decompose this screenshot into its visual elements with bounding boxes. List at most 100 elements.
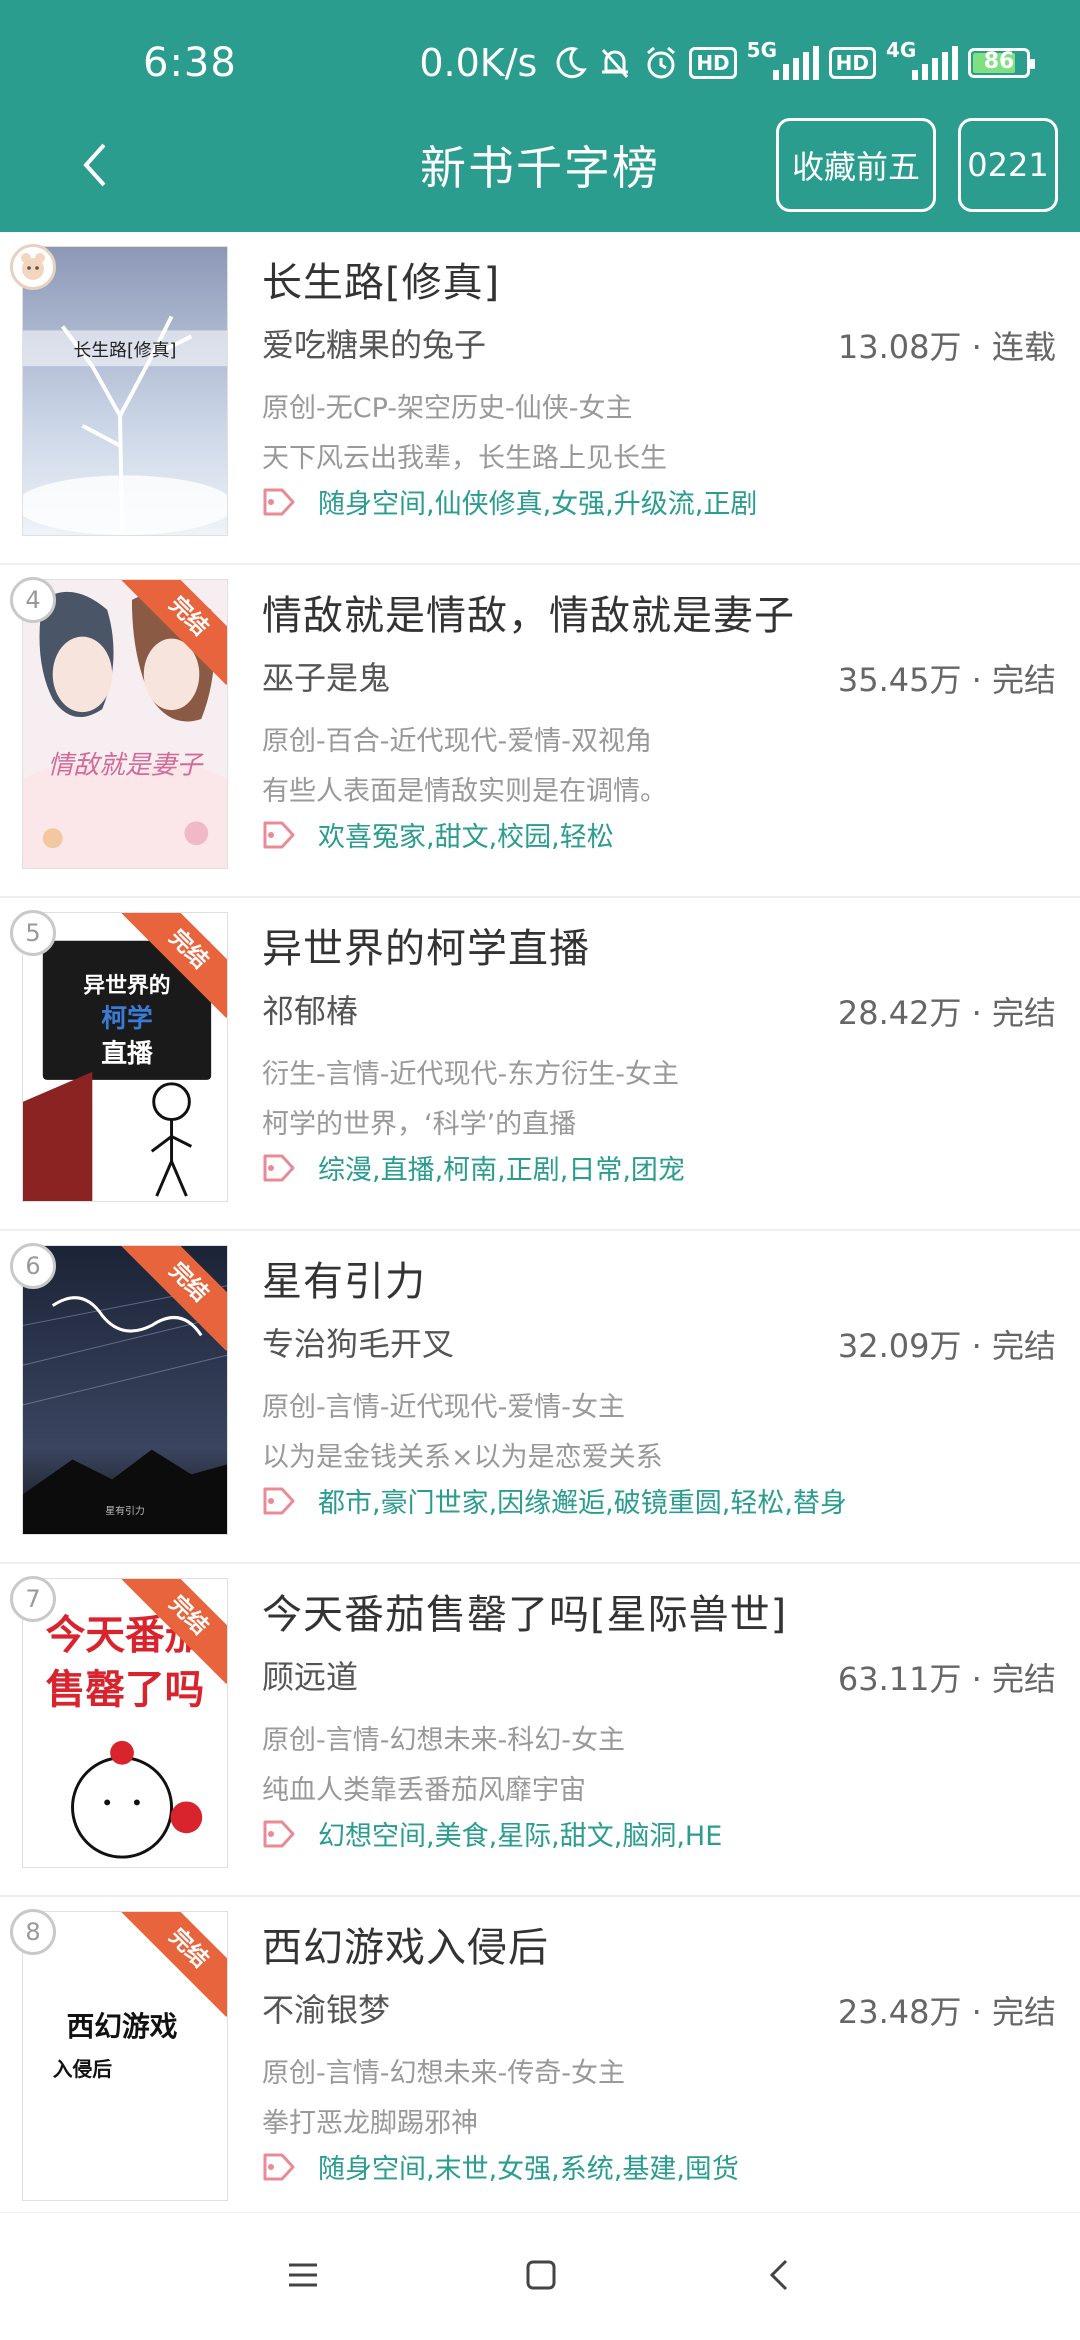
cover-title: 情敌就是妻子 <box>48 751 205 781</box>
rank-badge: 7 <box>10 1576 56 1622</box>
book-cover[interactable]: 星有引力 完结 <box>22 1245 228 1535</box>
status-bar: 6:38 0.0K/s HD 5G HD 4G 86 <box>0 0 1080 120</box>
svg-text:售罄了吗: 售罄了吗 <box>46 1667 204 1713</box>
book-description: 天下风云出我辈，长生路上见长生 <box>262 443 667 474</box>
tag-icon <box>262 2150 296 2184</box>
rank-badge: 6 <box>10 1243 56 1289</box>
book-author[interactable]: 专治狗毛开叉 <box>262 1319 454 1365</box>
tag-icon <box>262 1151 296 1185</box>
rank-badge: 8 <box>10 1909 56 1955</box>
rank-avatar <box>10 244 56 290</box>
book-title[interactable]: 西幻游戏入侵后 <box>262 1915 549 1973</box>
tags-row: 都市,豪门世家,因缘邂逅,破镜重圆,轻松,替身 <box>262 1481 847 1520</box>
tags-row: 随身空间,末世,女强,系统,基建,囤货 <box>262 2147 739 2186</box>
book-item[interactable]: 6 星有引力 完结 星有引力 专治狗毛开叉 32.09万 · 完结 原创-言情-… <box>0 1231 1080 1564</box>
book-genre: 原创-百合-近代现代-爱情-双视角 <box>262 726 652 757</box>
book-genre: 原创-无CP-架空历史-仙侠-女主 <box>262 393 633 424</box>
chevron-left-icon <box>83 143 106 187</box>
book-cover[interactable]: 情敌就是妻子 完结 <box>22 579 228 869</box>
book-author[interactable]: 巫子是鬼 <box>262 653 390 699</box>
book-item[interactable]: 7 今天番茄 售罄了吗 今天番茄售罄了吗 完结 今天番茄售罄了吗[星际兽世] 顾… <box>0 1564 1080 1897</box>
nav-back-button[interactable] <box>744 2243 814 2307</box>
tags-row: 幻想空间,美食,星际,甜文,脑洞,HE <box>262 1814 722 1853</box>
book-author[interactable]: 不渝银梦 <box>262 1985 390 2031</box>
home-button[interactable] <box>506 2243 576 2307</box>
back-button[interactable] <box>70 135 120 195</box>
tag-icon <box>262 485 296 519</box>
hd-badge: HD <box>689 47 737 79</box>
book-description: 拳打恶龙脚踢邪神 <box>262 2108 478 2139</box>
book-author[interactable]: 祁郁椿 <box>262 986 358 1032</box>
rank-badge: 5 <box>10 910 56 956</box>
favorites-top5-button[interactable]: 收藏前五 <box>776 118 936 212</box>
word-count-status: 28.42万 · 完结 <box>837 994 1056 1032</box>
book-genre: 原创-言情-近代现代-爱情-女主 <box>262 1392 625 1423</box>
word-count-status: 35.45万 · 完结 <box>837 661 1056 699</box>
book-cover[interactable]: 西幻游戏 入侵后 西幻游戏入侵后 完结 <box>22 1911 228 2201</box>
book-title[interactable]: 星有引力 <box>262 1249 426 1307</box>
status-time: 6:38 <box>143 40 237 86</box>
status-icons: 0.0K/s HD 5G HD 4G 86 <box>419 38 1035 88</box>
book-author[interactable]: 爱吃糖果的兔子 <box>262 320 486 366</box>
tag-icon <box>262 1484 296 1518</box>
book-title[interactable]: 异世界的柯学直播 <box>262 916 590 974</box>
alarm-icon <box>643 45 679 81</box>
menu-button[interactable] <box>268 2243 338 2307</box>
menu-icon <box>289 2263 317 2287</box>
svg-text:西幻游戏: 西幻游戏 <box>67 2010 178 2043</box>
book-title[interactable]: 今天番茄售罄了吗[星际兽世] <box>262 1582 787 1640</box>
word-count-status: 23.48万 · 完结 <box>837 1993 1056 2031</box>
book-tags[interactable]: 欢喜冤家,甜文,校园,轻松 <box>318 815 614 854</box>
hd-badge-2: HD <box>828 47 876 79</box>
book-tags[interactable]: 幻想空间,美食,星际,甜文,脑洞,HE <box>318 1814 722 1853</box>
net-speed: 0.0K/s <box>419 41 538 85</box>
tag-icon <box>262 1817 296 1851</box>
date-button[interactable]: 0221 <box>958 118 1058 212</box>
tags-row: 欢喜冤家,甜文,校园,轻松 <box>262 815 614 854</box>
book-item[interactable]: 长生路[修真] 长生路[修真] 爱吃糖果的兔子 13.08万 · 连载 原创-无… <box>0 232 1080 565</box>
svg-text:直播: 直播 <box>101 1039 153 1069</box>
book-cover[interactable]: 今天番茄 售罄了吗 今天番茄售罄了吗 完结 <box>22 1578 228 1868</box>
book-tags[interactable]: 综漫,直播,柯南,正剧,日常,团宠 <box>318 1148 685 1187</box>
book-description: 纯血人类靠丢番茄风靡宇宙 <box>262 1775 586 1806</box>
cover-title: 长生路[修真] <box>73 340 176 361</box>
back-arrow-icon <box>769 2259 788 2291</box>
book-description: 以为是金钱关系×以为是恋爱关系 <box>262 1442 663 1473</box>
book-tags[interactable]: 随身空间,末世,女强,系统,基建,囤货 <box>318 2147 739 2186</box>
book-title[interactable]: 长生路[修真] <box>262 250 500 308</box>
book-description: 柯学的世界，‘科学’的直播 <box>262 1109 577 1140</box>
book-item[interactable]: 4 情敌就是妻子 完结 情敌就是情敌，情敌就是妻子 巫子是鬼 35.45万 · … <box>0 565 1080 898</box>
system-nav-bar <box>0 2212 1080 2340</box>
book-item[interactable]: 8 西幻游戏 入侵后 西幻游戏入侵后 完结 西幻游戏入侵后 不渝银梦 23.48… <box>0 1897 1080 2230</box>
tags-row: 随身空间,仙侠修真,女强,升级流,正剧 <box>262 482 757 521</box>
signal-4g-icon: 4G <box>886 38 958 80</box>
book-author[interactable]: 顾远道 <box>262 1652 358 1698</box>
book-genre: 衍生-言情-近代现代-东方衍生-女主 <box>262 1059 679 1090</box>
book-tags[interactable]: 都市,豪门世家,因缘邂逅,破镜重圆,轻松,替身 <box>318 1481 847 1520</box>
word-count-status: 13.08万 · 连载 <box>837 328 1056 366</box>
word-count-status: 32.09万 · 完结 <box>837 1327 1056 1365</box>
moon-icon <box>553 46 588 80</box>
battery-icon: 86 <box>968 48 1035 78</box>
avatar-icon <box>21 253 45 280</box>
word-count-status: 63.11万 · 完结 <box>837 1660 1056 1698</box>
signal-5g-icon: 5G <box>747 38 819 80</box>
tags-row: 综漫,直播,柯南,正剧,日常,团宠 <box>262 1148 685 1187</box>
app-header: 6:38 0.0K/s HD 5G HD 4G 86 新书千字榜 收藏前五 02… <box>0 0 1080 232</box>
book-cover[interactable]: 长生路[修真] <box>22 246 228 536</box>
book-description: 有些人表面是情敌实则是在调情。 <box>262 776 667 807</box>
svg-text:柯学: 柯学 <box>101 1003 152 1034</box>
book-genre: 原创-言情-幻想未来-科幻-女主 <box>262 1725 625 1756</box>
book-cover[interactable]: 异世界的 柯学 直播 异世界的柯学直播 完结 <box>22 912 228 1202</box>
svg-text:异世界的: 异世界的 <box>83 972 170 998</box>
book-list: 长生路[修真] 长生路[修真] 爱吃糖果的兔子 13.08万 · 连载 原创-无… <box>0 232 1080 2230</box>
book-tags[interactable]: 随身空间,仙侠修真,女强,升级流,正剧 <box>318 482 757 521</box>
rank-badge: 4 <box>10 577 56 623</box>
tag-icon <box>262 818 296 852</box>
svg-text:入侵后: 入侵后 <box>53 2058 113 2081</box>
book-genre: 原创-言情-幻想未来-传奇-女主 <box>262 2058 625 2089</box>
cover-title: 星有引力 <box>105 1504 145 1517</box>
book-title[interactable]: 情敌就是情敌，情敌就是妻子 <box>262 583 795 641</box>
bell-muted-icon <box>597 45 633 81</box>
book-item[interactable]: 5 异世界的 柯学 直播 异世界的柯学直播 完结 异世界的柯学直播 祁郁椿 28… <box>0 898 1080 1231</box>
